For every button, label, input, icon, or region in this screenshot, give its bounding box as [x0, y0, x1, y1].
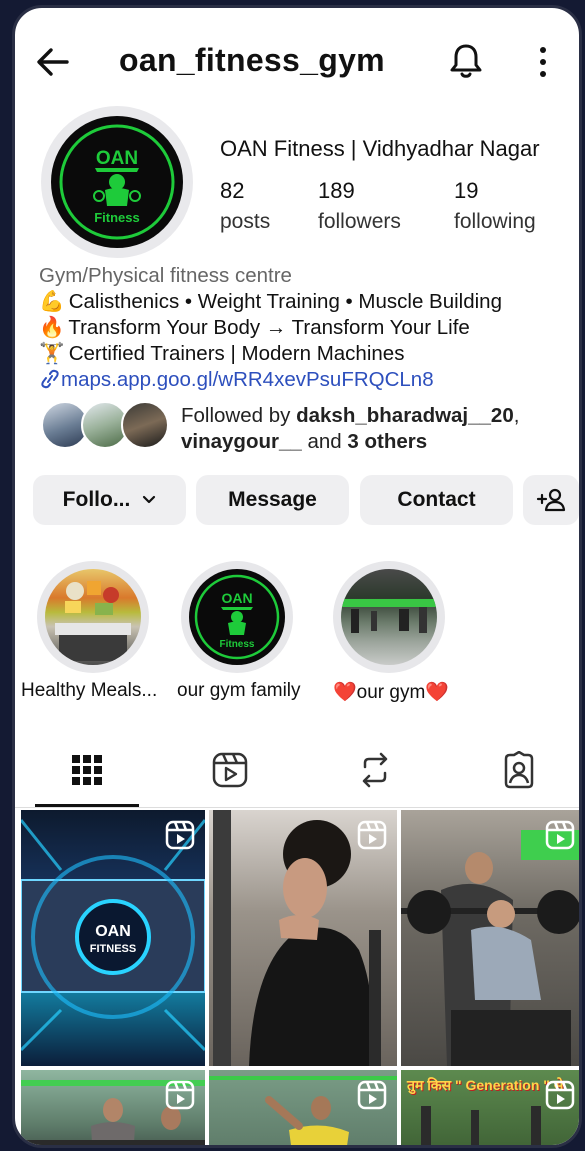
- gym-logo: OAN Fitness: [59, 124, 175, 240]
- bio-text: Transform Your Body → Transform Your Lif…: [68, 316, 470, 339]
- follow-button[interactable]: Follo...: [33, 475, 186, 525]
- bio-line: 🏋 Certified Trainers | Modern Machines: [39, 341, 579, 367]
- contact-button[interactable]: Contact: [360, 475, 513, 525]
- stat-label: following: [454, 210, 536, 233]
- highlight-label: ❤️our gym❤️: [333, 682, 449, 703]
- follower-avatar: [121, 401, 169, 449]
- highlight-cover: OAN Fitness: [189, 569, 285, 665]
- stat-posts[interactable]: 82 posts: [220, 178, 270, 234]
- suggest-people-button[interactable]: [523, 475, 579, 525]
- bio-line: 🔥 Transform Your Body → Transform Your L…: [39, 315, 579, 341]
- followed-by-text: Followed by daksh_bharadwaj__20, vinaygo…: [181, 404, 520, 453]
- stat-following[interactable]: 19 following: [454, 178, 536, 234]
- chevron-down-icon: [143, 495, 156, 504]
- post-tile[interactable]: OAN FITNESS: [21, 810, 205, 1066]
- followed-by[interactable]: Followed by daksh_bharadwaj__20, vinaygo…: [41, 401, 579, 461]
- tile-logo-bottom: FITNESS: [90, 943, 136, 955]
- bio-link[interactable]: maps.app.goo.gl/wRR4xevPsuFRQCLn8: [39, 367, 579, 393]
- repost-icon: [362, 752, 388, 788]
- reels-icon: [212, 752, 248, 788]
- post-tile[interactable]: [401, 810, 579, 1066]
- highlight-cover: [45, 569, 141, 665]
- highlight-label: Healthy Meals...: [21, 680, 158, 701]
- post-tile[interactable]: [21, 1070, 205, 1145]
- post-tile[interactable]: तुम किस " Generation " से: [401, 1070, 579, 1145]
- message-button[interactable]: Message: [196, 475, 349, 525]
- highlight-our-gym-family[interactable]: OAN Fitness: [181, 561, 293, 673]
- phone-screen: oan_fitness_gym OAN Fitness OAN Fitness …: [12, 5, 582, 1148]
- add-person-icon: [536, 488, 566, 512]
- reel-badge-icon: [545, 1080, 575, 1110]
- post-tile[interactable]: [209, 810, 397, 1066]
- tagged-icon: [504, 751, 534, 789]
- top-bar: oan_fitness_gym: [15, 8, 579, 108]
- follow-button-label: Follo...: [62, 488, 131, 511]
- reel-badge-icon: [545, 820, 575, 850]
- post-tile[interactable]: [209, 1070, 397, 1145]
- grid-icon: [72, 755, 102, 785]
- bio-link-text: maps.app.goo.gl/wRR4xevPsuFRQCLn8: [61, 368, 434, 391]
- tile-logo-top: OAN: [95, 923, 131, 940]
- stat-value: 82: [220, 178, 245, 203]
- avatar-logo-top: OAN: [96, 148, 138, 169]
- message-button-label: Message: [228, 488, 317, 511]
- avatar-logo-bottom: Fitness: [94, 210, 140, 225]
- highlight-cover: [341, 569, 437, 665]
- tab-reels[interactable]: [208, 748, 252, 792]
- stat-label: posts: [220, 210, 271, 233]
- link-icon: [41, 369, 59, 389]
- tab-reposts[interactable]: [353, 748, 397, 792]
- bell-icon[interactable]: [447, 40, 485, 80]
- reel-badge-icon: [165, 820, 195, 850]
- reel-badge-icon: [357, 820, 387, 850]
- tab-posts[interactable]: [65, 748, 109, 792]
- display-name: OAN Fitness | Vidhyadhar Nagar: [220, 136, 540, 161]
- stat-followers[interactable]: 189 followers: [318, 178, 401, 234]
- bio: Gym/Physical fitness centre 💪 Calistheni…: [39, 263, 579, 393]
- more-vertical-icon[interactable]: [531, 44, 555, 80]
- highlight-healthy-meals[interactable]: [37, 561, 149, 673]
- bio-text: Calisthenics • Weight Training • Muscle …: [68, 290, 502, 313]
- bio-text: Certified Trainers | Modern Machines: [68, 342, 405, 365]
- gym-logo: OAN Fitness: [194, 574, 280, 660]
- highlight-label: our gym family: [177, 680, 301, 701]
- highlight-logo-bottom: Fitness: [219, 639, 254, 650]
- flexed-biceps-icon: 💪: [39, 290, 65, 313]
- tab-tagged[interactable]: [497, 748, 541, 792]
- stat-value: 19: [454, 178, 479, 203]
- avatar[interactable]: OAN Fitness: [51, 116, 183, 248]
- reel-badge-icon: [357, 1080, 387, 1110]
- highlight-our-gym[interactable]: [333, 561, 445, 673]
- bio-line: 💪 Calisthenics • Weight Training • Muscl…: [39, 289, 579, 315]
- stat-label: followers: [318, 210, 401, 233]
- category-label: Gym/Physical fitness centre: [39, 264, 292, 287]
- reel-badge-icon: [165, 1080, 195, 1110]
- contact-button-label: Contact: [397, 488, 476, 511]
- highlight-logo-top: OAN: [221, 590, 252, 606]
- weightlifter-icon: 🏋: [39, 342, 65, 365]
- tab-divider: [15, 807, 579, 808]
- stat-value: 189: [318, 178, 355, 203]
- fire-icon: 🔥: [39, 316, 65, 339]
- profile-username: oan_fitness_gym: [119, 42, 385, 78]
- arrow-left-icon[interactable]: [33, 42, 73, 82]
